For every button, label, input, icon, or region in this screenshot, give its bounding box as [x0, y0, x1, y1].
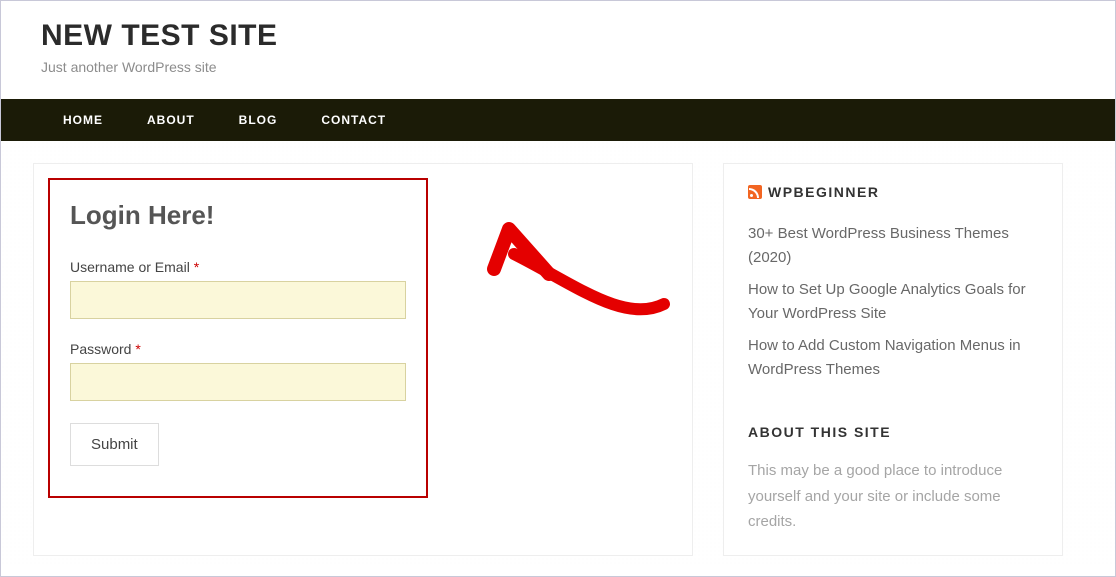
- nav-blog[interactable]: BLOG: [217, 99, 300, 141]
- site-header: NEW TEST SITE Just another WordPress sit…: [1, 1, 1115, 85]
- main-column: Login Here! Username or Email * Password…: [33, 163, 693, 556]
- rss-feed-item[interactable]: How to Set Up Google Analytics Goals for…: [748, 274, 1038, 330]
- username-input[interactable]: [70, 281, 406, 319]
- nav-contact[interactable]: CONTACT: [299, 99, 408, 141]
- username-label-text: Username or Email: [70, 259, 190, 275]
- required-mark: *: [135, 341, 140, 357]
- password-label-text: Password: [70, 341, 131, 357]
- rss-feed-item[interactable]: How to Add Custom Navigation Menus in Wo…: [748, 330, 1038, 386]
- login-form-title: Login Here!: [70, 200, 406, 231]
- submit-button[interactable]: Submit: [70, 423, 159, 466]
- nav-home[interactable]: HOME: [41, 99, 125, 141]
- username-label: Username or Email *: [70, 259, 406, 275]
- site-tagline: Just another WordPress site: [41, 59, 1075, 75]
- rss-icon[interactable]: [748, 185, 762, 199]
- password-label: Password *: [70, 341, 406, 357]
- annotation-arrow-icon: [464, 194, 684, 354]
- content-wrap: Login Here! Username or Email * Password…: [1, 141, 1115, 566]
- about-widget-text: This may be a good place to introduce yo…: [748, 458, 1038, 535]
- rss-widget-title-text[interactable]: WPBEGINNER: [768, 184, 879, 200]
- rss-widget-title: WPBEGINNER: [748, 184, 1038, 200]
- required-mark: *: [194, 259, 199, 275]
- sidebar: WPBEGINNER 30+ Best WordPress Business T…: [723, 163, 1063, 556]
- site-title[interactable]: NEW TEST SITE: [41, 19, 1075, 53]
- rss-feed-list: 30+ Best WordPress Business Themes (2020…: [748, 218, 1038, 386]
- login-form-box: Login Here! Username or Email * Password…: [48, 178, 428, 498]
- main-nav: HOME ABOUT BLOG CONTACT: [1, 99, 1115, 141]
- page-container: NEW TEST SITE Just another WordPress sit…: [1, 1, 1115, 576]
- nav-about[interactable]: ABOUT: [125, 99, 217, 141]
- password-input[interactable]: [70, 363, 406, 401]
- about-widget-title: ABOUT THIS SITE: [748, 424, 1038, 440]
- rss-feed-item[interactable]: 30+ Best WordPress Business Themes (2020…: [748, 218, 1038, 274]
